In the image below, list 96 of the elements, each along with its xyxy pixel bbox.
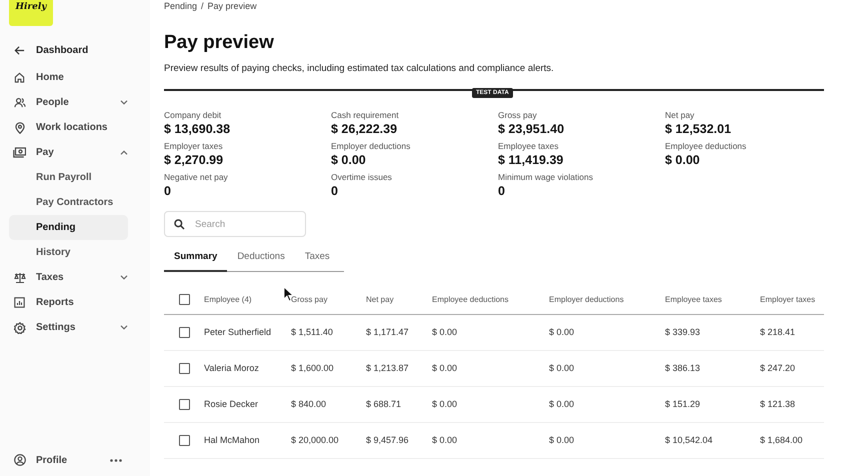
stat-label: Cash requirement xyxy=(331,110,400,121)
table-cell-text: $ 247.20 xyxy=(760,362,796,375)
row-checkbox[interactable] xyxy=(179,435,190,446)
more-icon[interactable] xyxy=(110,458,122,462)
nav-item[interactable]: Home xyxy=(9,65,150,90)
stat-label: Employee deductions xyxy=(665,141,748,152)
stat-value: 0 xyxy=(331,183,339,199)
column-header: Employer taxes xyxy=(760,294,816,306)
stat-value: $ 23,951.40 xyxy=(498,121,566,137)
nav-item[interactable]: Taxes xyxy=(9,265,150,290)
page-title: Pay preview xyxy=(164,32,275,54)
column-header: Employee taxes xyxy=(665,294,723,306)
table-cell-text: Peter Sutherfield xyxy=(204,326,272,339)
table-cell-text: Rosie Decker xyxy=(204,398,260,411)
table-cell-text: $ 688.71 xyxy=(366,398,402,411)
nav-subitem[interactable]: Pending xyxy=(9,215,128,240)
scales-icon xyxy=(14,272,26,283)
stat-label: Net pay xyxy=(665,110,696,121)
table-cell-text: $ 339.93 xyxy=(665,326,702,339)
stat-label: Overtime issues xyxy=(331,172,393,183)
stat-label: Negative net pay xyxy=(164,172,229,183)
stat-value: $ 2,270.99 xyxy=(164,152,224,168)
table-cell-text: $ 1,213.87 xyxy=(366,362,410,375)
table-cell-text: $ 9,457.96 xyxy=(366,434,410,447)
table-cell-text: Valeria Moroz xyxy=(204,362,260,375)
nav-subitem[interactable]: History xyxy=(9,240,128,265)
row-checkbox[interactable] xyxy=(179,327,190,338)
stat-value: $ 26,222.39 xyxy=(331,121,398,137)
column-header: Employee deductions xyxy=(432,294,510,306)
back-arrow-icon xyxy=(14,45,25,56)
search-icon xyxy=(174,219,185,230)
nav-item[interactable]: People xyxy=(9,90,150,115)
user-circle-icon xyxy=(14,454,26,466)
page-description: Preview results of paying checks, including estimated tax calculations and compliance alerts. xyxy=(164,63,555,75)
table-cell-text: $ 1,511.40 xyxy=(291,326,334,339)
nav-item[interactable]: Settings xyxy=(9,315,150,340)
table-cell-text: $ 151.29 xyxy=(665,398,702,411)
nav-subitem[interactable]: Run Payroll xyxy=(9,165,128,190)
row-checkbox[interactable] xyxy=(179,363,190,374)
table-cell-text: $ 0.00 xyxy=(432,434,458,447)
row-checkbox[interactable] xyxy=(179,399,190,410)
tab[interactable]: Taxes xyxy=(294,251,340,272)
tab[interactable]: Summary xyxy=(164,251,228,272)
table-cell-text: $ 10,542.04 xyxy=(665,434,714,447)
table-cell-text: $ 121.38 xyxy=(760,398,796,411)
stat-label: Employer deductions xyxy=(331,141,412,152)
table-cell-text: $ 0.00 xyxy=(549,434,576,447)
stat-label: Gross pay xyxy=(498,110,538,121)
logo[interactable]: Hirely xyxy=(9,0,53,26)
table-cell-text: Hal McMahon xyxy=(204,434,261,447)
nav-item[interactable]: Work locations xyxy=(9,115,150,140)
nav-item[interactable]: Dashboard xyxy=(9,38,150,63)
stat-value: $ 11,419.39 xyxy=(498,152,564,168)
breadcrumb-item[interactable]: Pay preview xyxy=(208,1,257,12)
table-cell-text: $ 1,684.00 xyxy=(760,434,804,447)
column-header: Employer deductions xyxy=(549,294,625,306)
tab[interactable]: Deductions xyxy=(227,251,295,272)
table-cell-text: $ 1,600.00 xyxy=(291,362,335,375)
banknote-icon xyxy=(13,147,26,158)
table-cell-text: $ 0.00 xyxy=(549,326,576,339)
table-cell-text: $ 20,000.00 xyxy=(291,434,340,447)
stat-label: Employee taxes xyxy=(498,141,560,152)
search-field[interactable]: Search xyxy=(164,211,306,237)
table-cell-text: $ 386.13 xyxy=(665,362,702,375)
stat-value: $ 0.00 xyxy=(665,152,701,168)
table-cell-text: $ 0.00 xyxy=(432,362,458,375)
settings-icon xyxy=(14,322,26,334)
stat-label: Company debit xyxy=(164,110,222,121)
location-pin-icon xyxy=(14,122,24,134)
column-header: Net pay xyxy=(366,294,395,306)
nav-subitem[interactable]: Pay Contractors xyxy=(9,190,128,215)
stat-value: 0 xyxy=(164,183,172,199)
breadcrumb-item[interactable]: Pending xyxy=(164,1,198,12)
table-cell-text: $ 1,171.47 xyxy=(366,326,410,339)
nav-item[interactable]: Pay xyxy=(9,140,150,165)
table-cell-text: $ 0.00 xyxy=(432,326,458,339)
stat-value: 0 xyxy=(498,183,506,199)
table-cell-text: $ 218.41 xyxy=(760,326,796,339)
stat-value: $ 12,532.01 xyxy=(665,121,732,137)
column-header: Employee (4) xyxy=(204,294,253,306)
report-chart-icon xyxy=(14,297,25,308)
stat-value: $ 0.00 xyxy=(331,152,367,168)
stat-label: Minimum wage violations xyxy=(498,172,594,183)
profile-link[interactable]: Profile xyxy=(36,454,110,466)
people-icon xyxy=(14,97,26,108)
nav-item[interactable]: Reports xyxy=(9,290,150,315)
table-cell-text: $ 840.00 xyxy=(291,398,328,411)
stat-value: $ 13,690.38 xyxy=(164,121,232,137)
table-cell-text: $ 0.00 xyxy=(432,398,458,411)
table-cell-text: $ 0.00 xyxy=(549,362,576,375)
table-cell-text: $ 0.00 xyxy=(549,398,576,411)
home-icon xyxy=(14,72,25,83)
select-all-checkbox[interactable] xyxy=(179,294,190,304)
stat-label: Employer taxes xyxy=(164,141,224,152)
breadcrumb-separator: / xyxy=(201,1,204,12)
column-header: Gross pay xyxy=(291,294,328,306)
